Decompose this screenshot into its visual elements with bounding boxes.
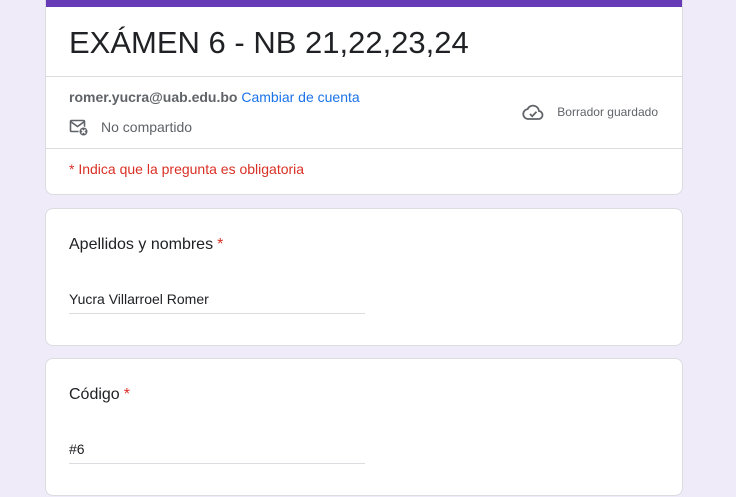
saved-status: Borrador guardado (521, 100, 658, 124)
question-label: Apellidos y nombres * (69, 236, 223, 254)
share-status-row: No compartido (69, 117, 192, 137)
required-note: * Indica que la pregunta es obligatoria (69, 161, 305, 177)
mail-not-shared-icon (69, 117, 89, 137)
code-answer-input[interactable]: #6 (69, 441, 365, 464)
header-divider (46, 76, 682, 77)
question-card-name: Apellidos y nombres * Yucra Villarroel Ro… (45, 208, 683, 346)
account-email: romer.yucra@uab.edu.bo (69, 89, 238, 105)
form-title: EXÁMEN 6 - NB 21,22,23,24 (69, 25, 469, 60)
saved-status-text: Borrador guardado (557, 105, 658, 119)
form-header-card: EXÁMEN 6 - NB 21,22,23,24 romer.yucra@ua… (45, 0, 683, 195)
question-label: Código * (69, 386, 130, 404)
share-status-text: No compartido (101, 119, 193, 135)
question-title: Apellidos y nombres (69, 236, 214, 253)
cloud-done-icon (521, 100, 545, 124)
required-asterisk: * (217, 236, 224, 253)
required-asterisk: * (123, 386, 130, 403)
switch-account-link[interactable]: Cambiar de cuenta (241, 89, 359, 105)
header-divider-2 (46, 148, 682, 149)
account-row: romer.yucra@uab.edu.bo Cambiar de cuenta (69, 89, 360, 105)
question-card-code: Código * #6 (45, 358, 683, 496)
question-title: Código (69, 386, 120, 403)
name-answer-input[interactable]: Yucra Villarroel Romer (69, 291, 365, 314)
header-accent-bar (46, 0, 682, 7)
